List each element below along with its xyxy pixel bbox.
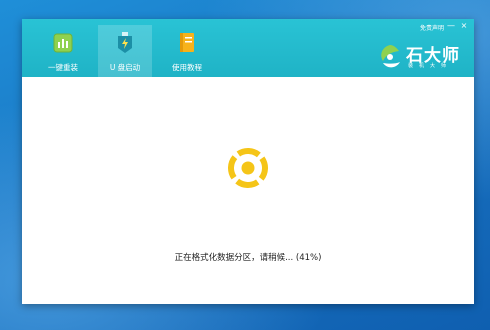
tab-usb-boot[interactable]: U 盘启动 — [98, 25, 152, 77]
usb-drive-icon — [118, 32, 132, 53]
disclaimer-link[interactable]: 免责声明 — [420, 23, 444, 32]
chart-icon — [53, 33, 73, 53]
progress-percent: (41%) — [295, 253, 322, 263]
status-message: 正在格式化数据分区，请稍候... — [174, 253, 294, 263]
tab-label: 一键重装 — [48, 63, 78, 72]
tab-label: U 盘启动 — [109, 63, 141, 72]
close-button[interactable]: × — [459, 21, 469, 30]
installer-window: 一键重装 U 盘启动 使用教程 免责声明 — × 石大师 装机大师 正在格式化数… — [22, 19, 474, 304]
status-text: 正在格式化数据分区，请稍候... (41%) — [22, 251, 474, 263]
loading-spinner-icon — [228, 148, 268, 188]
tab-label: 使用教程 — [172, 63, 202, 72]
brand-subtitle: 装机大师 — [408, 63, 453, 69]
leaf-logo-icon — [381, 45, 400, 68]
minimize-button[interactable]: — — [446, 21, 456, 30]
tab-one-click-reinstall[interactable]: 一键重装 — [36, 25, 90, 77]
brand-logo: 石大师 装机大师 — [377, 41, 467, 75]
header-bar: 一键重装 U 盘启动 使用教程 免责声明 — × 石大师 装机大师 — [22, 19, 474, 77]
tab-tutorial[interactable]: 使用教程 — [160, 25, 214, 77]
book-icon — [180, 33, 194, 52]
